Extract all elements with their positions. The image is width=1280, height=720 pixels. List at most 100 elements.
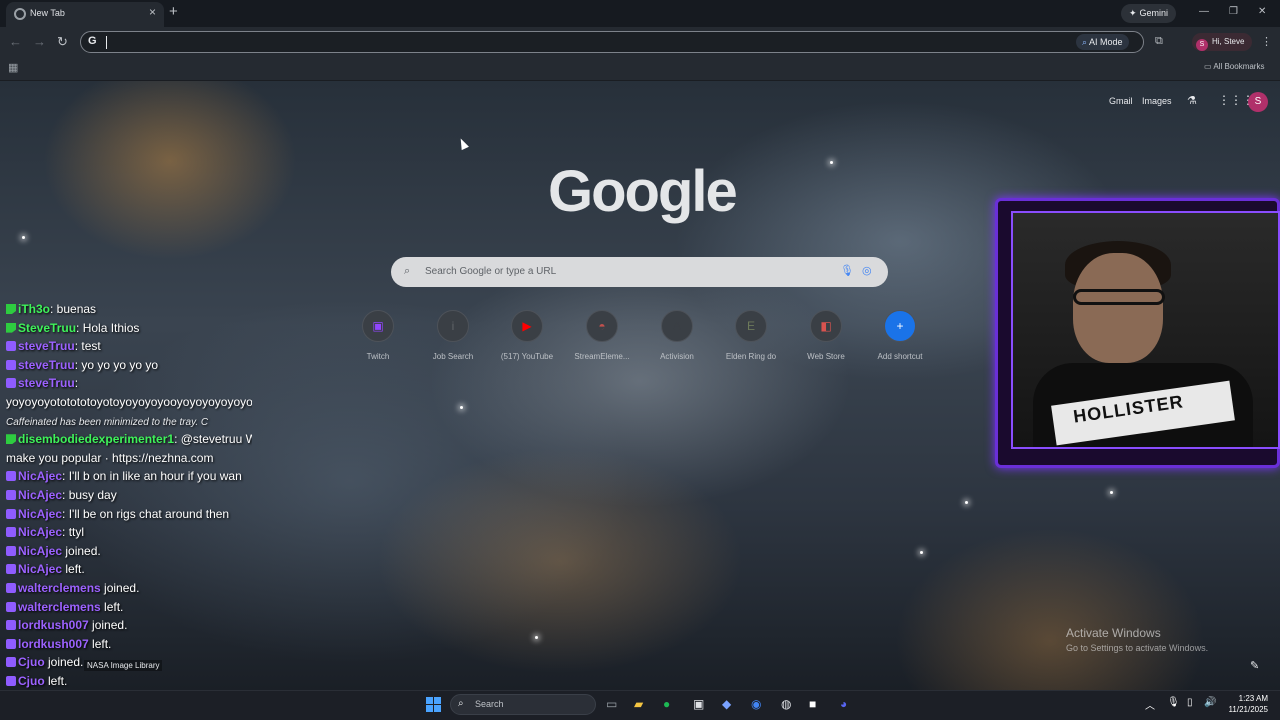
shortcut-tile[interactable]: E Elden Ring do (715, 310, 787, 361)
minimize-button[interactable]: — (1199, 6, 1209, 17)
chat-username[interactable]: walterclemens (18, 581, 101, 595)
folder-icon: ▭ (1204, 62, 1214, 71)
chat-text: : buenas (50, 302, 97, 316)
chat-text: : test (74, 339, 101, 354)
forward-icon[interactable]: → (33, 34, 46, 49)
obs-icon[interactable]: ◍ (781, 697, 791, 711)
address-bar[interactable]: G (80, 31, 1144, 53)
twitch-badge-icon (6, 545, 16, 556)
chat-username[interactable]: steveTruu (18, 358, 75, 372)
customize-pencil-icon[interactable]: ✎ (1250, 659, 1259, 672)
chat-message: steveTruu: test (6, 339, 101, 353)
images-link[interactable]: Images (1142, 96, 1172, 106)
shortcut-tile[interactable]: + Add shortcut (864, 310, 936, 361)
windows-start-icon[interactable] (426, 697, 441, 712)
close-window-button[interactable]: ✕ (1258, 6, 1266, 17)
chat-text: yoyoyoyototototoyotoyoyoyoyooyoyoyoyoyoy… (6, 395, 252, 409)
chat-username[interactable]: NicAjec (18, 507, 62, 521)
ntp-search-box[interactable]: ⌕ Search Google or type a URL 🎙 ◎ (391, 257, 888, 287)
shortcut-tile[interactable]: i Job Search (417, 310, 489, 361)
chat-username[interactable]: walterclemens (18, 600, 101, 614)
chat-message: NicAjec: busy day (6, 488, 117, 502)
chat-username[interactable]: steveTruu (18, 376, 75, 390)
info-icon: i (437, 310, 469, 342)
network-icon[interactable]: ▯ (1187, 697, 1193, 708)
chat-username[interactable]: NicAjec (18, 488, 62, 502)
chat-username[interactable]: NicAjec (18, 469, 62, 483)
twitch-badge-icon (6, 341, 16, 352)
game-controller-icon[interactable]: ◆ (722, 697, 731, 711)
clock[interactable]: 1:23 AM 11/21/2025 (1224, 693, 1268, 715)
chat-username[interactable]: NicAjec (18, 525, 62, 539)
discord-icon[interactable]: ◕ (840, 697, 847, 711)
kick-badge-icon (6, 322, 16, 333)
profile-button[interactable]: S Hi, Steve (1192, 33, 1253, 51)
volume-icon[interactable]: 🔊 (1204, 697, 1216, 708)
chat-username[interactable]: lordkush007 (18, 618, 89, 632)
restore-button[interactable]: ❐ (1229, 6, 1238, 17)
chat-username[interactable]: iTh3o (18, 302, 50, 316)
microphone-tray-icon[interactable]: 🎙 (1167, 697, 1180, 708)
ai-mode-button[interactable]: ⌕ AI Mode (1076, 34, 1129, 50)
call-of-duty-icon[interactable]: ■ (809, 697, 816, 711)
taskbar-search-placeholder: Search (475, 699, 504, 709)
shortcut-tile[interactable]: ◧ Web Store (790, 310, 862, 361)
apps-grid-icon[interactable]: ▦ (8, 61, 18, 74)
file-explorer-icon[interactable]: ▰ (634, 697, 643, 711)
chat-text: left. (88, 636, 112, 651)
tab-close-button[interactable]: × (149, 5, 156, 19)
clock-time: 1:23 AM (1238, 694, 1268, 703)
shortcut-label: Job Search (432, 352, 474, 361)
twitch-badge-icon (6, 676, 16, 686)
chat-username[interactable]: Cjuo (18, 674, 45, 688)
reload-icon[interactable]: ↻ (57, 34, 68, 50)
chat-username[interactable]: disembodiedexperimenter1 (18, 432, 174, 446)
shortcut-tile[interactable]: ▶ (517) YouTube (491, 310, 563, 361)
chat-username[interactable]: steveTruu (18, 339, 75, 353)
gemini-button[interactable]: ✦ Gemini (1121, 4, 1177, 23)
chat-username[interactable]: NicAjec (18, 562, 62, 576)
new-tab-button[interactable]: + (169, 3, 178, 20)
chat-username[interactable]: Cjuo (18, 655, 45, 669)
twitch-badge-icon (6, 378, 16, 389)
task-view-icon[interactable]: ▭ (606, 697, 617, 711)
all-bookmarks-button[interactable]: ▭ All Bookmarks (1204, 62, 1264, 71)
menu-kebab-icon[interactable]: ⋮ (1261, 35, 1272, 48)
shortcut-label: Elden Ring do (725, 352, 777, 361)
webcam-feed: HOLLISTER (1011, 211, 1280, 449)
tab-new-tab[interactable]: New Tab × (6, 2, 164, 27)
chat-username[interactable]: lordkush007 (18, 637, 89, 651)
gemini-sparkle-icon: ✦ (1129, 8, 1137, 18)
chat-message: walterclemens joined. (6, 581, 139, 595)
labs-flask-icon[interactable]: ⚗ (1187, 94, 1197, 107)
chrome-icon[interactable]: ◉ (751, 697, 761, 711)
microsoft-store-icon[interactable]: ▣ (693, 697, 704, 711)
tab-title: New Tab (30, 8, 65, 18)
twitch-badge-icon (6, 583, 16, 593)
gmail-link[interactable]: Gmail (1109, 96, 1133, 106)
twitch-badge-icon (6, 471, 16, 482)
chat-message: NicAjec left. (6, 562, 85, 576)
chat-text: : busy day (62, 488, 117, 502)
spotify-icon[interactable]: ● (663, 697, 670, 711)
account-avatar[interactable]: S (1248, 92, 1268, 112)
taskbar-search[interactable]: ⌕ Search (450, 694, 596, 715)
chat-text: joined. (44, 655, 84, 670)
star-decoration (830, 161, 833, 164)
tab-search-icon[interactable]: ⧉ (1155, 35, 1163, 48)
kick-badge-icon (6, 304, 16, 314)
back-icon[interactable]: ← (9, 34, 22, 49)
search-placeholder: Search Google or type a URL (425, 266, 557, 277)
microphone-icon[interactable]: 🎙 (840, 264, 854, 277)
chat-message: NicAjec: I'll be on rigs chat around the… (6, 507, 229, 521)
tray-chevron-icon[interactable]: ︿ (1145, 697, 1155, 712)
chat-username[interactable]: NicAjec (18, 544, 62, 558)
shortcut-tile[interactable]: ◓ StreamEleme... (566, 310, 638, 361)
shortcut-label: Web Store (807, 352, 845, 361)
chat-username[interactable]: SteveTruu (18, 321, 76, 335)
twitch-badge-icon (6, 508, 16, 519)
shortcut-label: Twitch (366, 352, 390, 361)
shortcut-tile[interactable]: ▣ Twitch (342, 310, 414, 361)
google-lens-icon[interactable]: ◎ (862, 264, 872, 277)
shortcut-tile[interactable]: A Activision (641, 310, 713, 361)
